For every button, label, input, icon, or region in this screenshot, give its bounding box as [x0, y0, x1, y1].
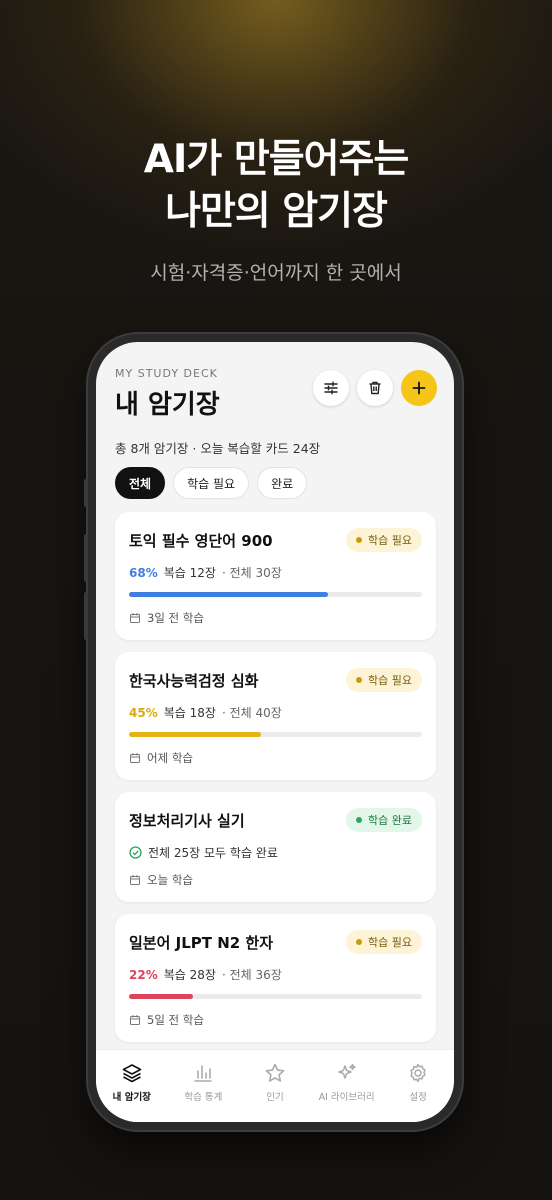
progress-percent: 22% [129, 968, 158, 982]
last-studied: 어제 학습 [129, 750, 193, 766]
filter-chip-needs-study[interactable]: 학습 필요 [173, 467, 250, 499]
last-studied: 오늘 학습 [129, 872, 193, 888]
tab-label: AI 라이브러리 [318, 1092, 375, 1103]
add-deck-button[interactable] [401, 370, 437, 406]
layers-icon [122, 1064, 142, 1083]
complete-note: 전체 25장 모두 학습 완료 [129, 844, 278, 861]
review-count: 복습 28장 [163, 968, 216, 982]
calendar-icon [130, 875, 140, 885]
deck-card[interactable]: 토익 필수 영단어 900 학습 필요 68% 복습 12장 · 전체 30장 … [115, 512, 436, 640]
progress-fill [129, 732, 261, 737]
filter-chip-done[interactable]: 완료 [257, 467, 308, 499]
deck-title: 한국사능력검정 심화 [129, 672, 259, 690]
filter-settings-button[interactable] [313, 370, 349, 406]
check-circle-icon [129, 846, 142, 859]
progress-fill [129, 592, 329, 597]
deck-title: 토익 필수 영단어 900 [129, 532, 273, 550]
progress-percent: 45% [129, 706, 158, 720]
tab-label: 설정 [409, 1092, 427, 1103]
calendar-icon [130, 1015, 140, 1025]
last-studied-text: 3일 전 학습 [147, 611, 204, 625]
complete-note-text: 전체 25장 모두 학습 완료 [148, 846, 278, 860]
deck-stats: 22% 복습 28장 · 전체 36장 [129, 966, 282, 983]
tab-stats[interactable]: 학습 통계 [168, 1050, 240, 1122]
star-icon [265, 1063, 285, 1082]
total-count: · 전체 30장 [221, 566, 282, 580]
deck-summary: 총 8개 암기장 · 오늘 복습할 카드 24장 [115, 441, 321, 456]
sliders-icon [324, 381, 338, 395]
status-dot [356, 939, 363, 945]
last-studied-text: 어제 학습 [147, 751, 193, 765]
status-badge: 학습 필요 [346, 668, 422, 692]
gear-icon [410, 1063, 426, 1083]
last-studied-text: 오늘 학습 [147, 873, 193, 887]
filter-chips: 전체 학습 필요 완료 [115, 467, 308, 499]
status-badge-label: 학습 완료 [368, 814, 412, 827]
status-badge-label: 학습 필요 [368, 936, 412, 949]
total-count: · 전체 40장 [221, 706, 282, 720]
delete-button[interactable] [357, 370, 393, 406]
progress-percent: 68% [129, 566, 158, 580]
calendar-icon [130, 613, 140, 623]
app-screen: MY STUDY DECK 내 암기장 총 8개 암기장 · 오늘 복습할 카드… [96, 342, 454, 1122]
review-count: 복습 12장 [163, 566, 216, 580]
plus-icon [412, 381, 426, 395]
status-badge: 학습 완료 [346, 808, 422, 832]
tab-label: 학습 통계 [184, 1092, 223, 1103]
last-studied-text: 5일 전 학습 [147, 1013, 204, 1027]
page-title: 내 암기장 [115, 390, 220, 420]
status-badge-label: 학습 필요 [368, 534, 412, 547]
overline-label: MY STUDY DECK [115, 367, 218, 380]
tab-ai-library[interactable]: AI 라이브러리 [311, 1050, 383, 1122]
tab-label: 인기 [266, 1092, 284, 1103]
deck-card[interactable]: 정보처리기사 실기 학습 완료 전체 25장 모두 학습 완료 오늘 학습 [115, 792, 436, 902]
phone-side-button [84, 479, 88, 507]
progress-track [129, 994, 422, 999]
last-studied: 5일 전 학습 [129, 1012, 204, 1028]
review-count: 복습 18장 [163, 706, 216, 720]
trash-icon [369, 381, 381, 395]
deck-stats: 45% 복습 18장 · 전체 40장 [129, 704, 282, 721]
total-count: · 전체 36장 [221, 968, 282, 982]
progress-track [129, 592, 422, 597]
headline-line-1: AI가 만들어주는 [143, 137, 410, 182]
status-badge: 학습 필요 [346, 930, 422, 954]
calendar-icon [130, 753, 140, 763]
tab-my-decks[interactable]: 내 암기장 [96, 1050, 168, 1122]
status-badge-label: 학습 필요 [368, 674, 412, 687]
phone-volume-up [84, 534, 88, 582]
bar-chart-icon [194, 1065, 213, 1082]
bottom-tab-bar: 내 암기장 학습 통계 인기 AI 라이브러리 설정 [96, 1049, 454, 1122]
tab-label: 내 암기장 [112, 1092, 151, 1103]
sparkle-icon [337, 1063, 356, 1079]
progress-fill [129, 994, 194, 999]
deck-card[interactable]: 한국사능력검정 심화 학습 필요 45% 복습 18장 · 전체 40장 어제 … [115, 652, 436, 780]
filter-chip-all[interactable]: 전체 [115, 467, 166, 499]
promo-subtitle: 시험·자격증·언어까지 한 곳에서 [150, 262, 402, 284]
deck-card[interactable]: 일본어 JLPT N2 한자 학습 필요 22% 복습 28장 · 전체 36장… [115, 914, 436, 1042]
tab-settings[interactable]: 설정 [382, 1050, 454, 1122]
last-studied: 3일 전 학습 [129, 610, 204, 626]
status-dot [356, 677, 363, 683]
tab-popular[interactable]: 인기 [239, 1050, 311, 1122]
status-dot [356, 537, 363, 543]
deck-title: 정보처리기사 실기 [129, 812, 245, 830]
deck-stats: 68% 복습 12장 · 전체 30장 [129, 564, 282, 581]
status-badge: 학습 필요 [346, 528, 422, 552]
status-dot [356, 817, 363, 823]
phone-volume-down [84, 592, 88, 640]
deck-title: 일본어 JLPT N2 한자 [129, 934, 274, 952]
headline-line-2: 나만의 암기장 [165, 189, 388, 234]
progress-track [129, 732, 422, 737]
phone-frame: MY STUDY DECK 내 암기장 총 8개 암기장 · 오늘 복습할 카드… [84, 334, 462, 1130]
